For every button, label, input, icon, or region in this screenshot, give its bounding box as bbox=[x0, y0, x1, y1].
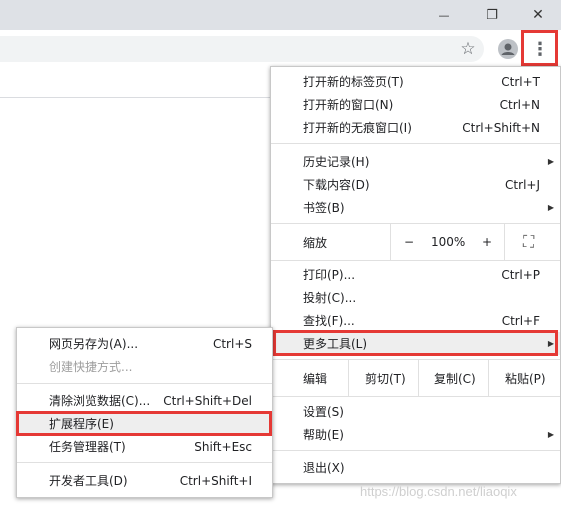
menu-item-edit: 编辑 剪切(T) 复制(C) 粘贴(P) bbox=[271, 360, 560, 396]
menu-item-history[interactable]: 历史记录(H) ▶ bbox=[271, 150, 560, 173]
menu-separator bbox=[271, 359, 560, 360]
avatar-icon bbox=[498, 39, 518, 59]
cut-button[interactable]: 剪切(T) bbox=[365, 370, 406, 387]
chrome-main-menu: 打开新的标签页(T) Ctrl+T 打开新的窗口(N) Ctrl+N 打开新的无… bbox=[270, 66, 561, 484]
menu-item-label: 开发者工具(D) bbox=[49, 474, 128, 488]
submenu-arrow-icon: ▶ bbox=[547, 430, 554, 439]
menu-item-shortcut: Ctrl+F bbox=[501, 313, 540, 328]
minimize-icon: — bbox=[438, 8, 450, 22]
menu-item-label: 帮助(E) bbox=[303, 428, 344, 442]
menu-item-label: 扩展程序(E) bbox=[49, 417, 114, 431]
edit-divider bbox=[488, 360, 489, 396]
menu-item-label: 退出(X) bbox=[303, 461, 345, 475]
menu-item-zoom: 缩放 − 100% + ⛶ bbox=[271, 224, 560, 260]
submenu-arrow-icon: ▶ bbox=[547, 203, 554, 212]
menu-item-shortcut: Shift+Esc bbox=[194, 439, 252, 454]
submenu-item-dev-tools[interactable]: 开发者工具(D) Ctrl+Shift+I bbox=[17, 469, 272, 492]
menu-item-shortcut: Ctrl+Shift+N bbox=[462, 120, 540, 135]
menu-item-label: 网页另存为(A)... bbox=[49, 337, 139, 351]
menu-item-label: 下载内容(D) bbox=[303, 178, 370, 192]
address-bar[interactable] bbox=[0, 36, 484, 62]
menu-item-label: 投射(C)... bbox=[303, 291, 357, 305]
menu-item-shortcut: Ctrl+S bbox=[212, 336, 252, 351]
bookmark-star-button[interactable]: ☆ bbox=[455, 36, 481, 62]
watermark: https://blog.csdn.net/liaoqix bbox=[360, 484, 517, 499]
menu-separator bbox=[271, 260, 560, 261]
submenu-item-save-page[interactable]: 网页另存为(A)... Ctrl+S bbox=[17, 332, 272, 355]
menu-item-label: 打开新的标签页(T) bbox=[303, 75, 404, 89]
menu-separator bbox=[17, 462, 272, 463]
zoom-out-button[interactable]: − bbox=[404, 235, 414, 249]
submenu-arrow-icon: ▶ bbox=[547, 339, 554, 348]
fullscreen-icon[interactable]: ⛶ bbox=[523, 232, 534, 252]
menu-item-new-window[interactable]: 打开新的窗口(N) Ctrl+N bbox=[271, 93, 560, 116]
submenu-item-create-shortcut: 创建快捷方式... bbox=[17, 355, 272, 378]
menu-item-cast[interactable]: 投射(C)... bbox=[271, 286, 560, 309]
edit-label: 编辑 bbox=[303, 371, 328, 386]
menu-item-label: 打开新的无痕窗口(I) bbox=[303, 121, 412, 135]
menu-item-print[interactable]: 打印(P)... Ctrl+P bbox=[271, 263, 560, 286]
menu-separator bbox=[271, 450, 560, 451]
menu-item-shortcut: Ctrl+Shift+I bbox=[179, 473, 252, 488]
zoom-value: 100% bbox=[431, 235, 466, 249]
submenu-item-task-manager[interactable]: 任务管理器(T) Shift+Esc bbox=[17, 435, 272, 458]
title-bar: — ❐ ✕ bbox=[0, 0, 561, 30]
menu-separator bbox=[271, 143, 560, 144]
more-tools-submenu: 网页另存为(A)... Ctrl+S 创建快捷方式... 清除浏览数据(C)..… bbox=[16, 327, 273, 498]
menu-item-label: 更多工具(L) bbox=[303, 337, 368, 351]
zoom-divider bbox=[504, 224, 505, 260]
profile-button[interactable] bbox=[495, 36, 521, 62]
restore-icon: ❐ bbox=[486, 7, 498, 23]
submenu-arrow-icon: ▶ bbox=[547, 157, 554, 166]
close-icon: ✕ bbox=[532, 7, 544, 23]
zoom-in-button[interactable]: + bbox=[482, 235, 492, 249]
menu-item-shortcut: Ctrl+N bbox=[499, 97, 540, 112]
menu-item-label: 清除浏览数据(C)... bbox=[49, 394, 151, 408]
browser-toolbar: ☆ ⋮ bbox=[0, 30, 561, 68]
restore-button[interactable]: ❐ bbox=[469, 0, 515, 30]
menu-item-more-tools[interactable]: 更多工具(L) ▶ bbox=[271, 332, 560, 355]
close-window-button[interactable]: ✕ bbox=[515, 0, 561, 30]
menu-button[interactable]: ⋮ bbox=[527, 36, 553, 62]
zoom-label: 缩放 bbox=[303, 235, 328, 250]
menu-item-shortcut: Ctrl+P bbox=[501, 267, 540, 282]
menu-item-label: 设置(S) bbox=[303, 405, 344, 419]
menu-item-label: 查找(F)... bbox=[303, 314, 355, 328]
submenu-item-extensions[interactable]: 扩展程序(E) bbox=[17, 412, 272, 435]
menu-item-bookmarks[interactable]: 书签(B) ▶ bbox=[271, 196, 560, 219]
menu-separator bbox=[271, 396, 560, 397]
edit-divider bbox=[418, 360, 419, 396]
menu-item-exit[interactable]: 退出(X) bbox=[271, 456, 560, 479]
edit-divider bbox=[348, 360, 349, 396]
copy-button[interactable]: 复制(C) bbox=[434, 370, 476, 387]
star-icon: ☆ bbox=[460, 39, 476, 59]
menu-item-downloads[interactable]: 下载内容(D) Ctrl+J bbox=[271, 173, 560, 196]
menu-item-shortcut: Ctrl+J bbox=[505, 177, 540, 192]
menu-item-new-tab[interactable]: 打开新的标签页(T) Ctrl+T bbox=[271, 70, 560, 93]
menu-item-find[interactable]: 查找(F)... Ctrl+F bbox=[271, 309, 560, 332]
page-divider bbox=[0, 97, 270, 98]
menu-item-shortcut: Ctrl+Shift+Del bbox=[163, 393, 252, 408]
paste-button[interactable]: 粘贴(P) bbox=[505, 370, 546, 387]
menu-item-settings[interactable]: 设置(S) bbox=[271, 400, 560, 423]
menu-separator bbox=[17, 383, 272, 384]
menu-item-label: 打开新的窗口(N) bbox=[303, 98, 394, 112]
menu-item-label: 历史记录(H) bbox=[303, 155, 370, 169]
minimize-button[interactable]: — bbox=[421, 0, 467, 30]
menu-item-shortcut: Ctrl+T bbox=[501, 74, 540, 89]
menu-item-help[interactable]: 帮助(E) ▶ bbox=[271, 423, 560, 446]
menu-separator bbox=[271, 223, 560, 224]
zoom-divider bbox=[390, 224, 391, 260]
menu-item-label: 任务管理器(T) bbox=[49, 440, 126, 454]
three-dots-icon: ⋮ bbox=[531, 38, 549, 60]
menu-item-new-incognito[interactable]: 打开新的无痕窗口(I) Ctrl+Shift+N bbox=[271, 116, 560, 139]
menu-item-label: 打印(P)... bbox=[303, 268, 356, 282]
menu-item-label: 书签(B) bbox=[303, 201, 345, 215]
menu-item-label: 创建快捷方式... bbox=[49, 360, 133, 374]
submenu-item-clear-data[interactable]: 清除浏览数据(C)... Ctrl+Shift+Del bbox=[17, 389, 272, 412]
